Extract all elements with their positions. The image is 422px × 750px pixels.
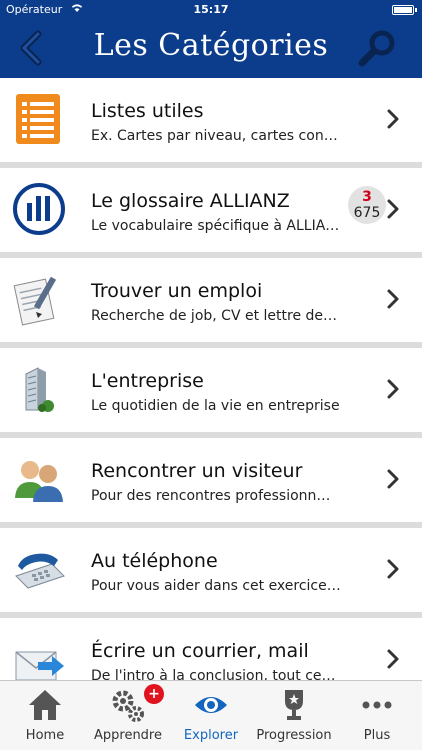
eye-icon [193, 687, 229, 723]
category-subtitle: Recherche de job, CV et lettre de… [91, 308, 338, 324]
tab-label: Apprendre [93, 728, 162, 743]
tab-apprendre[interactable]: + Apprendre [86, 681, 170, 750]
category-subtitle: De l'intro à la conclusion, tout ce… [91, 668, 336, 680]
app: Opérateur 15:17 Les Catégories Listes ut… [0, 0, 422, 750]
tab-label: Explorer [183, 728, 239, 743]
category-subtitle: Le quotidien de la vie en entreprise [91, 398, 340, 414]
mail-icon [12, 632, 66, 680]
category-item-ecrire-courrier[interactable]: Écrire un courrier, mail De l'intro à la… [0, 618, 422, 680]
tab-plus[interactable]: Plus [335, 681, 419, 750]
document-pen-icon [12, 272, 66, 326]
category-title: Listes utiles [91, 100, 204, 122]
category-list: Listes utiles Ex. Cartes par niveau, car… [0, 78, 422, 680]
list-icon [12, 92, 66, 146]
telephone-icon [12, 542, 66, 596]
allianz-logo-icon [12, 182, 66, 236]
category-title: Le glossaire ALLIANZ [91, 190, 290, 212]
apprendre-badge: + [144, 684, 164, 704]
tab-home[interactable]: Home [3, 681, 87, 750]
category-item-trouver-emploi[interactable]: Trouver un emploi Recherche de job, CV e… [0, 258, 422, 342]
tab-bar: Home + Apprendre Explorer Progression Pl… [0, 680, 422, 750]
tab-label: Home [25, 728, 65, 743]
category-item-entreprise[interactable]: L'entreprise Le quotidien de la vie en e… [0, 348, 422, 432]
category-item-glossaire[interactable]: Le glossaire ALLIANZ Le vocabulaire spéc… [0, 168, 422, 252]
category-subtitle: Pour des rencontres professionn… [91, 488, 331, 504]
chevron-right-icon [386, 648, 400, 670]
category-item-listes-utiles[interactable]: Listes utiles Ex. Cartes par niveau, car… [0, 78, 422, 162]
chevron-right-icon [386, 108, 400, 130]
trophy-icon [276, 687, 312, 723]
tab-explorer[interactable]: Explorer [169, 681, 253, 750]
chevron-right-icon [386, 468, 400, 490]
category-title: Rencontrer un visiteur [91, 460, 303, 482]
count-badge: 3 675 [348, 186, 386, 224]
category-title: L'entreprise [91, 370, 204, 392]
category-title: Écrire un courrier, mail [91, 640, 309, 662]
chevron-right-icon [386, 378, 400, 400]
count-total: 675 [353, 205, 381, 221]
tab-label: Plus [363, 728, 391, 743]
tab-progression[interactable]: Progression [252, 681, 336, 750]
category-title: Trouver un emploi [91, 280, 263, 302]
category-subtitle: Pour vous aider dans cet exercice… [91, 578, 341, 594]
status-bar: Opérateur 15:17 [0, 0, 422, 20]
home-icon [27, 687, 63, 723]
tab-label: Progression [256, 728, 332, 743]
search-icon [358, 30, 395, 67]
status-time: 15:17 [193, 3, 229, 16]
chevron-right-icon [386, 288, 400, 310]
search-button[interactable] [356, 26, 400, 70]
count-new: 3 [362, 189, 372, 205]
people-icon [12, 452, 66, 506]
more-icon [359, 687, 395, 723]
category-title: Au téléphone [91, 550, 218, 572]
battery-icon [392, 5, 417, 15]
category-item-telephone[interactable]: Au téléphone Pour vous aider dans cet ex… [0, 528, 422, 612]
nav-bar: Opérateur 15:17 Les Catégories [0, 0, 422, 78]
category-subtitle: Ex. Cartes par niveau, cartes con… [91, 128, 338, 144]
chevron-right-icon [386, 558, 400, 580]
category-subtitle: Le vocabulaire spécifique à ALLIA… [91, 218, 340, 234]
chevron-right-icon [386, 198, 400, 220]
building-icon [12, 362, 66, 416]
gears-icon [110, 687, 146, 723]
category-item-rencontrer-visiteur[interactable]: Rencontrer un visiteur Pour des rencontr… [0, 438, 422, 522]
